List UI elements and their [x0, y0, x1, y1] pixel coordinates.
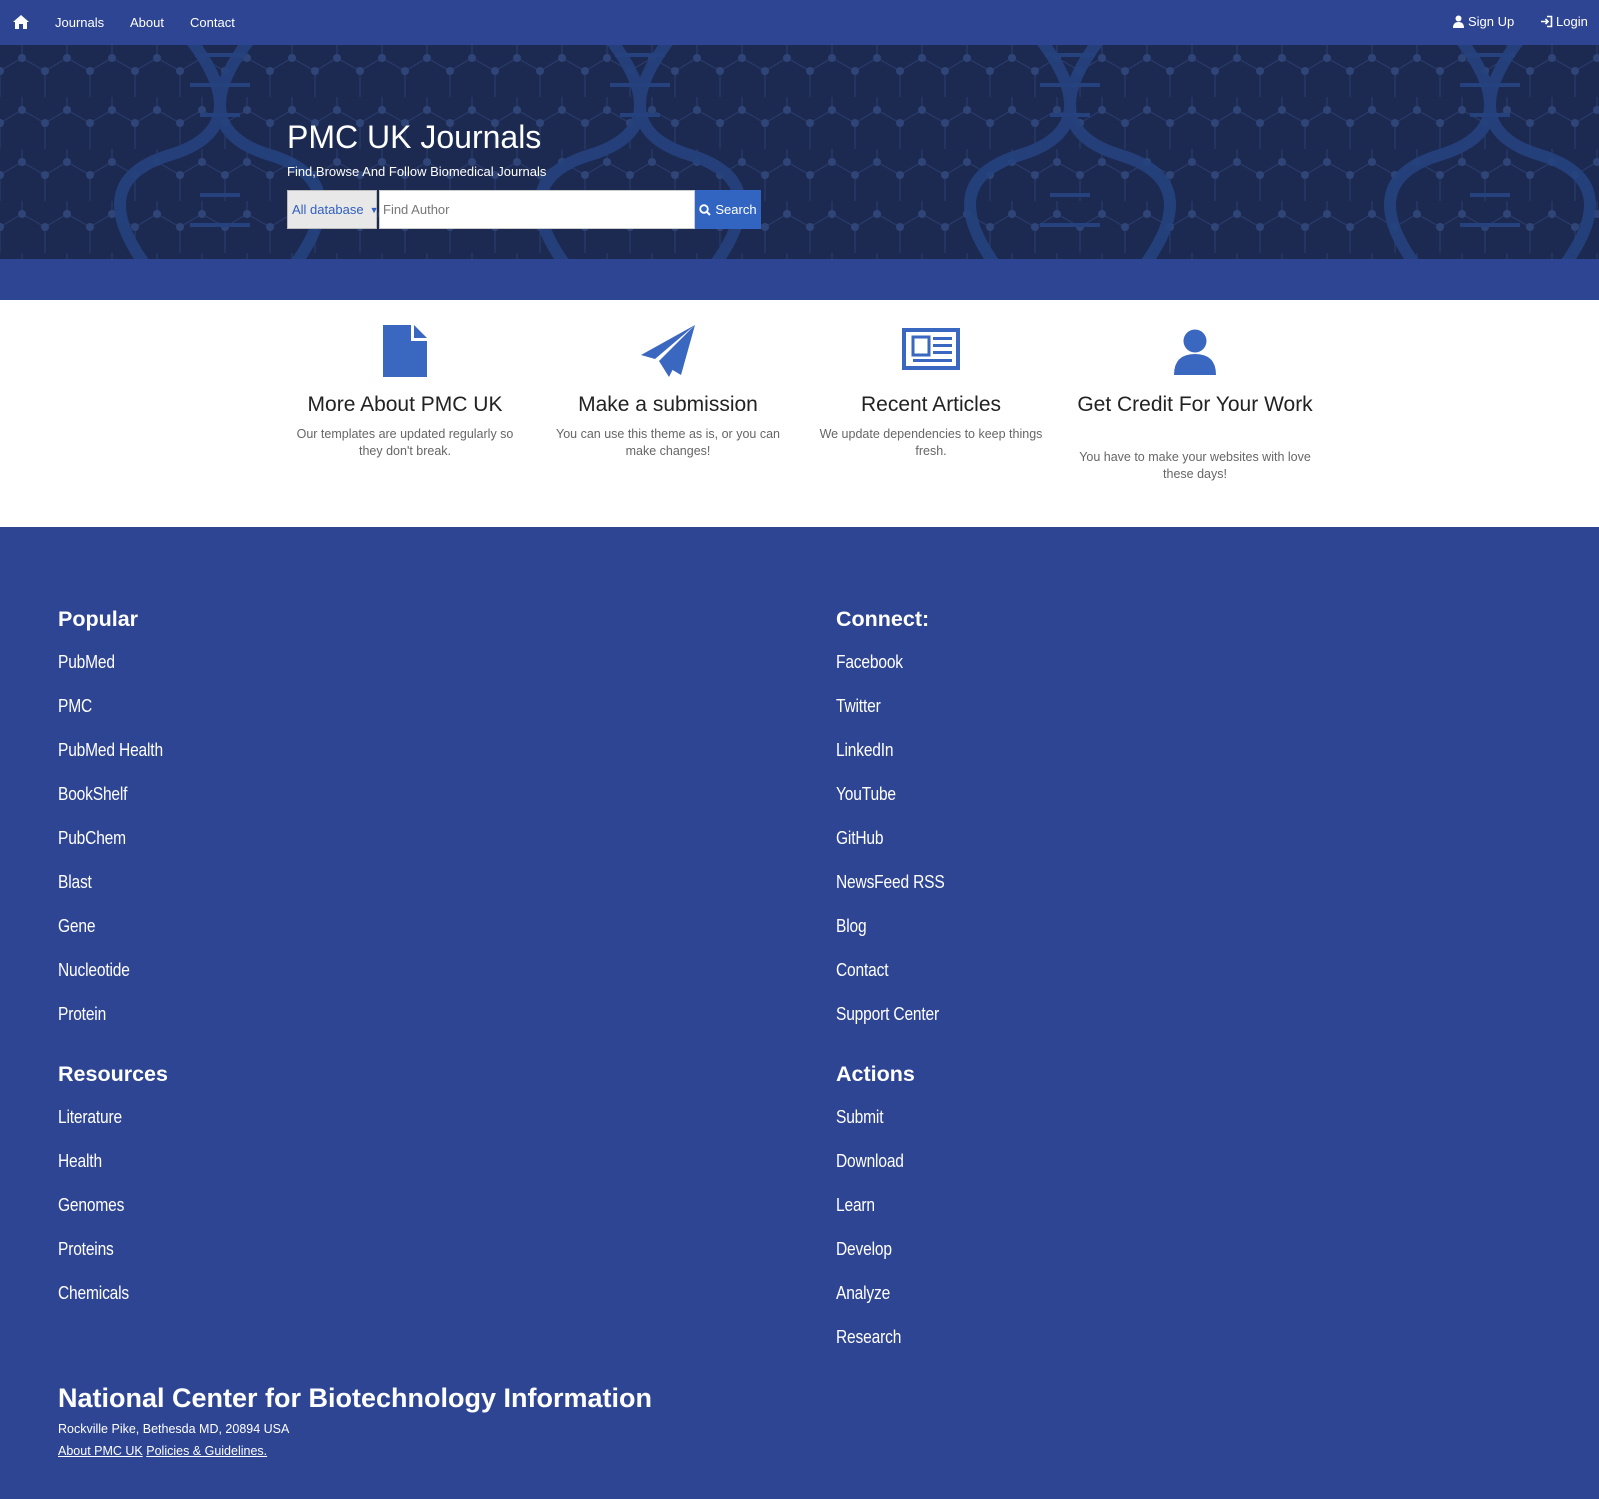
footer-link-bookshelf[interactable]: BookShelf: [58, 783, 128, 805]
feature-title: More About PMC UK: [307, 393, 503, 416]
footer-bottom-links: About PMC UK Policies & Guidelines.: [58, 1444, 267, 1458]
footer-link-blast[interactable]: Blast: [58, 871, 92, 893]
footer-link-submit[interactable]: Submit: [836, 1106, 884, 1128]
login-link[interactable]: Login: [1540, 14, 1588, 29]
nav-about[interactable]: About: [130, 15, 164, 30]
user-icon: [1174, 329, 1216, 375]
nav-contact[interactable]: Contact: [190, 15, 235, 30]
top-navbar: Journals About Contact Sign Up Login: [0, 0, 1599, 45]
footer-link-chemicals[interactable]: Chemicals: [58, 1282, 129, 1304]
policies-guidelines-link[interactable]: Policies & Guidelines.: [146, 1444, 267, 1458]
dna-background: [0, 45, 1599, 259]
user-icon: [1453, 15, 1464, 28]
footer-link-youtube[interactable]: YouTube: [836, 783, 896, 805]
footer-link-pubmed[interactable]: PubMed: [58, 651, 115, 673]
signup-link[interactable]: Sign Up: [1452, 14, 1514, 29]
footer-link-contact[interactable]: Contact: [836, 959, 889, 981]
footer-heading-actions: Actions: [836, 1062, 915, 1086]
footer-link-pubmed-health[interactable]: PubMed Health: [58, 739, 163, 761]
footer-link-learn[interactable]: Learn: [836, 1194, 875, 1216]
feature-text: Our templates are updated regularly so t…: [296, 427, 514, 458]
footer-link-develop[interactable]: Develop: [836, 1238, 892, 1260]
home-icon[interactable]: [12, 14, 30, 30]
features-section: More About PMC UK Our templates are upda…: [0, 300, 1599, 527]
footer-link-genomes[interactable]: Genomes: [58, 1194, 124, 1216]
footer-link-protein[interactable]: Protein: [58, 1003, 106, 1025]
footer-link-linkedin[interactable]: LinkedIn: [836, 739, 894, 761]
feature-text: You can use this theme as is, or you can…: [556, 427, 780, 458]
footer-link-nucleotide[interactable]: Nucleotide: [58, 959, 130, 981]
paper-plane-icon: [641, 325, 695, 377]
footer-link-github[interactable]: GitHub: [836, 827, 884, 849]
nav-journals[interactable]: Journals: [55, 15, 104, 30]
footer-link-support-center[interactable]: Support Center: [836, 1003, 939, 1025]
footer-link-health[interactable]: Health: [58, 1150, 102, 1172]
feature-title: Make a submission: [578, 393, 758, 416]
search-icon: [699, 203, 712, 216]
footer-heading-connect: Connect:: [836, 607, 930, 631]
feature-title: Recent Articles: [860, 393, 1002, 416]
page-subtitle: Find,Browse And Follow Biomedical Journa…: [287, 164, 547, 179]
footer-link-twitter[interactable]: Twitter: [836, 695, 881, 717]
search-bar: All database ▼ Search: [287, 190, 761, 229]
footer-heading-popular: Popular: [58, 607, 139, 631]
about-pmc-uk-link[interactable]: About PMC UK: [58, 1444, 143, 1458]
login-icon: [1541, 15, 1553, 28]
search-button-label: Search: [715, 202, 757, 217]
org-address: Rockville Pike, Bethesda MD, 20894 USA: [58, 1422, 290, 1436]
page-title: PMC UK Journals: [287, 119, 542, 155]
database-select-label: All database: [292, 202, 364, 217]
footer-link-literature[interactable]: Literature: [58, 1106, 122, 1128]
footer-link-pubchem[interactable]: PubChem: [58, 827, 126, 849]
feature-text: You have to make your websites with love…: [1079, 450, 1311, 481]
database-select[interactable]: All database ▼: [287, 190, 379, 229]
document-icon: [383, 325, 427, 377]
org-name: National Center for Biotechnology Inform…: [58, 1383, 653, 1413]
footer-link-analyze[interactable]: Analyze: [836, 1282, 890, 1304]
hero-bottom-band: [0, 259, 1599, 300]
caret-down-icon: ▼: [369, 204, 379, 215]
feature-text: We update dependencies to keep things fr…: [819, 427, 1043, 458]
footer-link-research[interactable]: Research: [836, 1326, 901, 1348]
footer-link-newsfeed-rss[interactable]: NewsFeed RSS: [836, 871, 945, 893]
footer-link-pmc[interactable]: PMC: [58, 695, 92, 717]
footer-link-blog[interactable]: Blog: [836, 915, 867, 937]
signup-label: Sign Up: [1468, 14, 1515, 29]
hero-banner: PMC UK Journals Find,Browse And Follow B…: [0, 45, 1599, 259]
feature-title: Get Credit For Your Work: [1077, 393, 1313, 416]
author-search-input[interactable]: [379, 190, 695, 229]
login-label: Login: [1556, 14, 1588, 29]
newspaper-icon: [902, 328, 960, 370]
footer-link-download[interactable]: Download: [836, 1150, 904, 1172]
search-button[interactable]: Search: [695, 190, 761, 229]
footer-link-proteins[interactable]: Proteins: [58, 1238, 114, 1260]
footer-heading-resources: Resources: [58, 1062, 168, 1086]
footer-link-facebook[interactable]: Facebook: [836, 651, 903, 673]
footer-link-gene[interactable]: Gene: [58, 915, 96, 937]
